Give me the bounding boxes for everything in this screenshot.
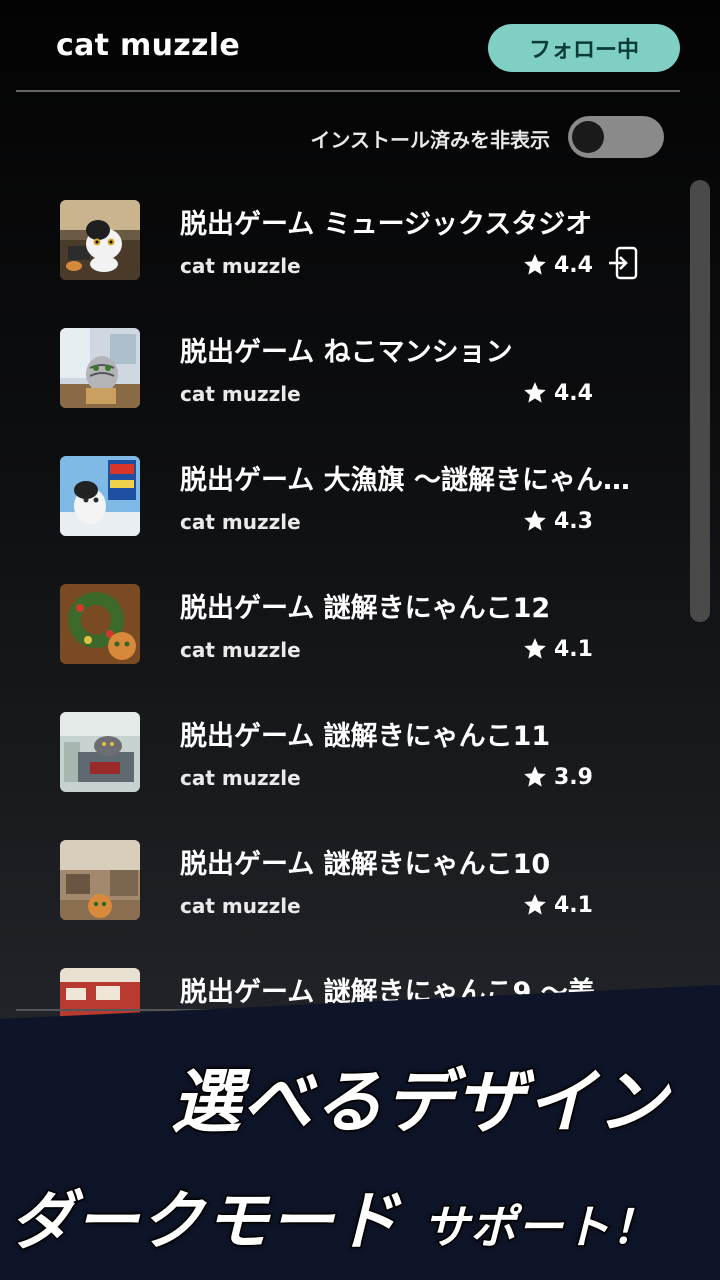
developer-title: cat muzzle [56, 28, 240, 63]
app-title: 脱出ゲーム 謎解きにゃんこ11 [180, 721, 551, 752]
app-developer: cat muzzle [180, 382, 301, 406]
filter-row: インストール済みを非表示 [0, 110, 720, 166]
header: cat muzzle フォロー中 [0, 0, 720, 92]
app-title: 脱出ゲーム ねこマンション [180, 337, 513, 368]
app-developer: cat muzzle [180, 766, 301, 790]
header-divider [16, 90, 680, 92]
installed-on-device-icon [609, 246, 638, 280]
star-icon [524, 254, 546, 275]
screen: cat muzzle フォロー中 インストール済みを非表示 脱出ゲーム ミュージ… [0, 0, 720, 1280]
rating-value: 4.1 [554, 892, 593, 918]
app-developer: cat muzzle [180, 254, 301, 278]
app-rating: 4.3 [522, 506, 593, 536]
hide-installed-label: インストール済みを非表示 [310, 128, 550, 152]
app-rating: 3.9 [522, 762, 593, 792]
app-developer: cat muzzle [180, 638, 301, 662]
rating-value: 4.4 [554, 380, 593, 406]
app-rating: 4.1 [522, 634, 593, 664]
star-icon [524, 510, 546, 531]
star-icon [524, 382, 546, 403]
hide-installed-toggle[interactable] [568, 116, 664, 158]
app-rating: 4.1 [522, 890, 593, 920]
list-item[interactable]: 脱出ゲーム ミュージックスタジオ cat muzzle 4.4 [0, 192, 680, 292]
rating-value: 4.3 [554, 508, 593, 534]
list-item[interactable]: 脱出ゲーム 謎解きにゃんこ11 cat muzzle 3.9 [0, 704, 680, 804]
app-title: 脱出ゲーム ミュージックスタジオ [180, 209, 593, 240]
app-title: 脱出ゲーム 謎解きにゃんこ10 [180, 849, 551, 880]
app-rating: 4.4 [522, 378, 593, 408]
promo-dark-mode: ダークモード [8, 1184, 400, 1261]
cat-mansion-thumbnail [60, 328, 140, 408]
list-item[interactable]: 脱出ゲーム 謎解きにゃんこ12 cat muzzle 4.1 [0, 576, 680, 676]
cat-flag-thumbnail [60, 456, 140, 536]
rating-value: 4.1 [554, 636, 593, 662]
cat-office-thumbnail [60, 712, 140, 792]
promo-support: サポート！ [422, 1199, 659, 1256]
promo-headline: 選べるデザイン [170, 1060, 669, 1145]
cat-living-room-thumbnail [60, 840, 140, 920]
list-item[interactable]: 脱出ゲーム 謎解きにゃんこ10 cat muzzle 4.1 [0, 832, 680, 932]
app-developer: cat muzzle [180, 510, 301, 534]
scrollbar[interactable] [690, 180, 710, 622]
cat-wreath-thumbnail [60, 584, 140, 664]
app-developer: cat muzzle [180, 894, 301, 918]
star-icon [524, 638, 546, 659]
cat-music-studio-thumbnail [60, 200, 140, 280]
rating-value: 4.4 [554, 252, 593, 278]
follow-button[interactable]: フォロー中 [488, 24, 680, 72]
promo-subheadline: ダークモード サポート！ [8, 1170, 659, 1262]
app-title: 脱出ゲーム 大漁旗 〜謎解きにゃん… [180, 465, 630, 496]
list-item[interactable]: 脱出ゲーム 大漁旗 〜謎解きにゃん… cat muzzle 4.3 [0, 448, 680, 548]
rating-value: 3.9 [554, 764, 593, 790]
list-item[interactable]: 脱出ゲーム ねこマンション cat muzzle 4.4 [0, 320, 680, 420]
toggle-knob [572, 121, 604, 153]
app-rating: 4.4 [522, 250, 593, 280]
app-title: 脱出ゲーム 謎解きにゃんこ12 [180, 593, 551, 624]
star-icon [524, 894, 546, 915]
star-icon [524, 766, 546, 787]
